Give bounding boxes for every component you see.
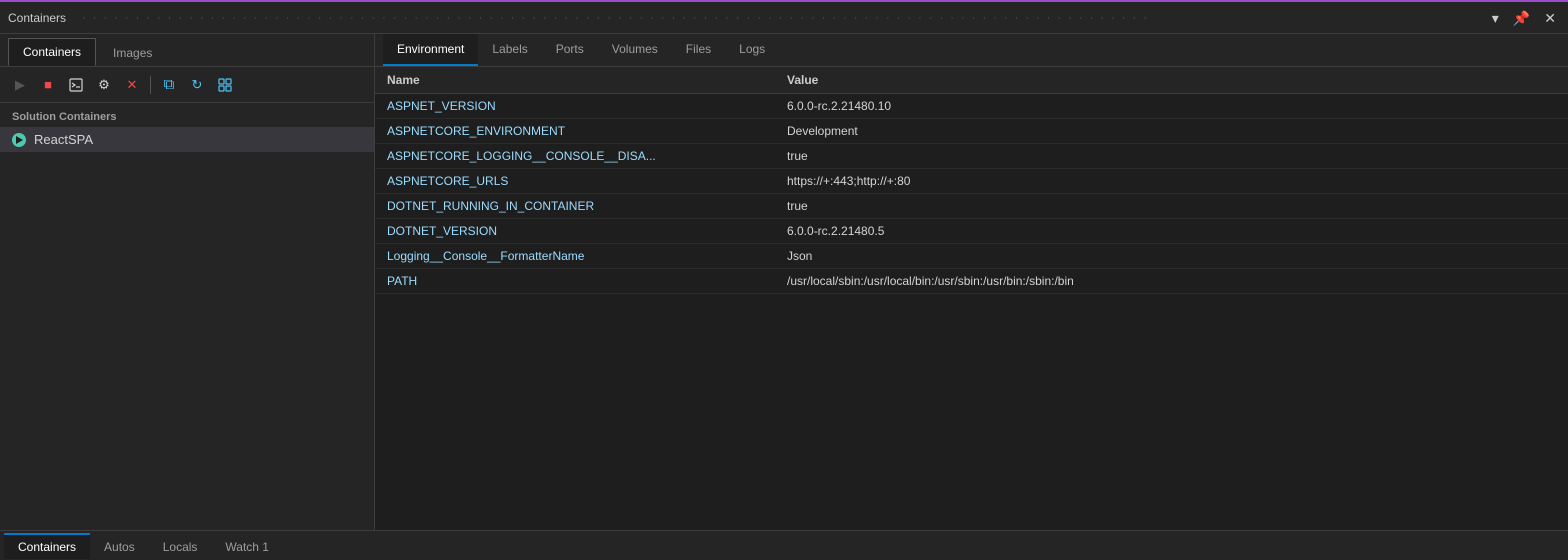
settings-button[interactable]: ⚙ [92, 73, 116, 97]
env-name: ASPNETCORE_URLS [387, 174, 787, 188]
bottom-tab-autos[interactable]: Autos [90, 533, 149, 559]
table-row[interactable]: ASPNETCORE_ENVIRONMENT Development [375, 119, 1568, 144]
pull-icon [218, 78, 232, 92]
env-value: Development [787, 124, 1556, 138]
panel-container: Containers · · · · · · · · · · · · · · ·… [0, 0, 1568, 560]
title-bar: Containers · · · · · · · · · · · · · · ·… [0, 2, 1568, 34]
env-name: Logging__Console__FormatterName [387, 249, 787, 263]
tab-containers[interactable]: Containers [8, 38, 96, 66]
env-name: PATH [387, 274, 787, 288]
stop-button[interactable]: ■ [36, 73, 60, 97]
toolbar: ▶ ■ ⚙ ✕ ⧉ ↻ [0, 67, 374, 103]
running-indicator [12, 133, 26, 147]
tab-labels[interactable]: Labels [478, 34, 541, 66]
title-bar-actions: ▾ 📌 ✕ [1488, 9, 1560, 27]
bottom-tab-watch1[interactable]: Watch 1 [211, 533, 283, 559]
env-value: true [787, 149, 1556, 163]
main-area: Containers Images ▶ ■ ⚙ ✕ ⧉ ↻ [0, 34, 1568, 530]
left-tabs: Containers Images [0, 34, 374, 67]
table-row[interactable]: ASPNETCORE_LOGGING__CONSOLE__DISA... tru… [375, 144, 1568, 169]
env-value: true [787, 199, 1556, 213]
tab-files[interactable]: Files [672, 34, 725, 66]
terminal-button[interactable] [64, 73, 88, 97]
toolbar-separator [150, 76, 151, 94]
table-row[interactable]: ASPNETCORE_URLS https://+:443;http://+:8… [375, 169, 1568, 194]
close-button[interactable]: ✕ [1540, 9, 1560, 27]
env-value: /usr/local/sbin:/usr/local/bin:/usr/sbin… [787, 274, 1556, 288]
tab-environment[interactable]: Environment [383, 34, 478, 66]
table-row[interactable]: DOTNET_VERSION 6.0.0-rc.2.21480.5 [375, 219, 1568, 244]
table-row[interactable]: ASPNET_VERSION 6.0.0-rc.2.21480.10 [375, 94, 1568, 119]
start-button[interactable]: ▶ [8, 73, 32, 97]
tab-volumes[interactable]: Volumes [598, 34, 672, 66]
env-value: https://+:443;http://+:80 [787, 174, 1556, 188]
pull-button[interactable] [213, 73, 237, 97]
table-row[interactable]: DOTNET_RUNNING_IN_CONTAINER true [375, 194, 1568, 219]
panel-title: Containers [8, 11, 66, 25]
env-name: DOTNET_VERSION [387, 224, 787, 238]
pin-button[interactable]: 📌 [1509, 9, 1534, 27]
table-header: Name Value [375, 67, 1568, 94]
header-value: Value [787, 73, 1556, 87]
bottom-tab-containers[interactable]: Containers [4, 533, 90, 559]
env-table: ASPNET_VERSION 6.0.0-rc.2.21480.10 ASPNE… [375, 94, 1568, 530]
refresh-button[interactable]: ↻ [185, 73, 209, 97]
right-panel: Environment Labels Ports Volumes Files L… [375, 34, 1568, 530]
tab-logs[interactable]: Logs [725, 34, 779, 66]
table-row[interactable]: Logging__Console__FormatterName Json [375, 244, 1568, 269]
env-name: ASPNETCORE_LOGGING__CONSOLE__DISA... [387, 149, 787, 163]
terminal-icon [69, 78, 83, 92]
env-name: ASPNET_VERSION [387, 99, 787, 113]
tab-ports[interactable]: Ports [542, 34, 598, 66]
collapse-button[interactable]: ▾ [1488, 9, 1503, 27]
left-panel: Containers Images ▶ ■ ⚙ ✕ ⧉ ↻ [0, 34, 375, 530]
copy-button[interactable]: ⧉ [157, 73, 181, 97]
bottom-tab-locals[interactable]: Locals [149, 533, 212, 559]
env-value: 6.0.0-rc.2.21480.5 [787, 224, 1556, 238]
header-name: Name [387, 73, 787, 87]
env-value: Json [787, 249, 1556, 263]
container-name: ReactSPA [34, 132, 93, 147]
table-row[interactable]: PATH /usr/local/sbin:/usr/local/bin:/usr… [375, 269, 1568, 294]
env-name: ASPNETCORE_ENVIRONMENT [387, 124, 787, 138]
title-dots: · · · · · · · · · · · · · · · · · · · · … [82, 12, 1149, 24]
tab-images[interactable]: Images [98, 39, 167, 66]
env-value: 6.0.0-rc.2.21480.10 [787, 99, 1556, 113]
delete-button[interactable]: ✕ [120, 73, 144, 97]
container-item[interactable]: ReactSPA [0, 127, 374, 152]
bottom-tabs: Containers Autos Locals Watch 1 [0, 530, 1568, 560]
right-tabs: Environment Labels Ports Volumes Files L… [375, 34, 1568, 67]
env-name: DOTNET_RUNNING_IN_CONTAINER [387, 199, 787, 213]
title-bar-left: Containers · · · · · · · · · · · · · · ·… [8, 11, 1149, 25]
section-header: Solution Containers [0, 103, 374, 127]
